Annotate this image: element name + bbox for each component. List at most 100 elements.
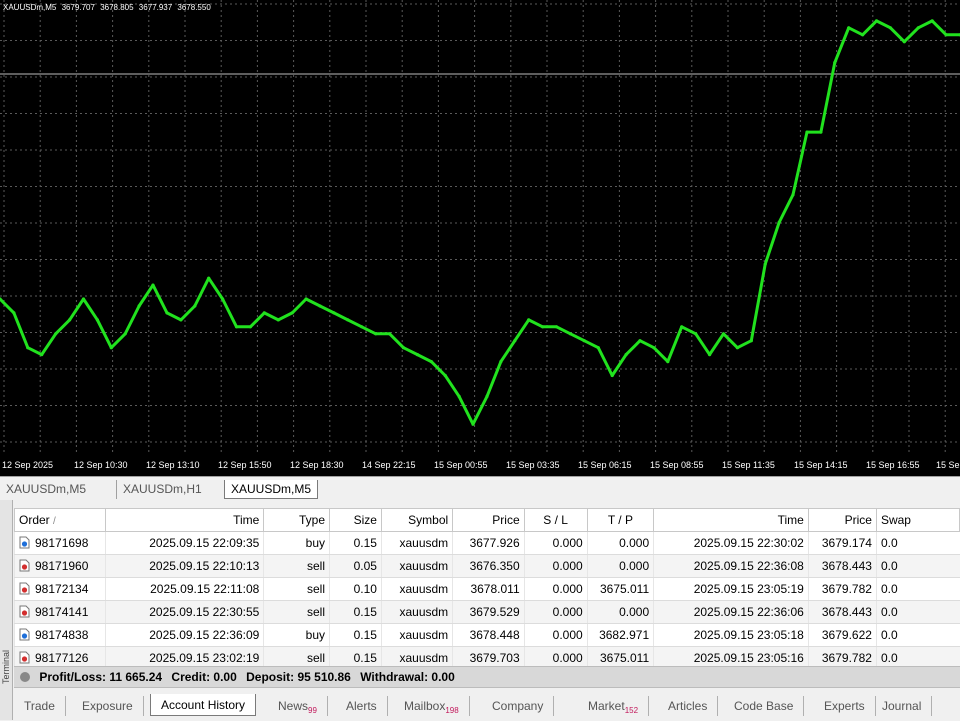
cell-size: 0.10 [329, 577, 382, 601]
price-point [819, 130, 823, 134]
col-order[interactable]: Order / [13, 508, 107, 532]
price-point [902, 40, 906, 44]
sell-order-icon [19, 605, 30, 618]
col-type[interactable]: Type [263, 508, 331, 532]
credit: Credit: 0.00 [171, 670, 237, 684]
col-close-time[interactable]: Time [653, 508, 809, 532]
col-swap[interactable]: Swap [875, 508, 960, 532]
sell-order-icon [19, 559, 30, 572]
tab-journal[interactable]: Journal [872, 696, 933, 716]
size-value: 0.05 [353, 559, 377, 573]
col-size[interactable]: Size [329, 508, 382, 532]
cell-open-time: 2025.09.15 22:36:09 [105, 623, 264, 647]
price-point [151, 283, 155, 287]
close-time-value: 2025.09.15 23:05:18 [693, 628, 804, 642]
cell-swap: 0.0 [875, 623, 960, 647]
tab-code-base[interactable]: Code Base [724, 696, 805, 716]
price-point [374, 332, 378, 336]
cell-tp: 0.000 [586, 554, 654, 578]
price-value: 3678.011 [470, 582, 520, 596]
col-time[interactable]: Time [105, 508, 265, 532]
tab-account-history[interactable]: Account History [150, 694, 257, 716]
tab-news[interactable]: News99 [268, 696, 328, 716]
open-time-value: 2025.09.15 22:10:13 [149, 559, 260, 573]
tab-company[interactable]: Company [482, 696, 555, 716]
tab-label: Experts [824, 699, 865, 713]
order-value: 98174838 [35, 628, 89, 642]
size-value: 0.15 [353, 628, 377, 642]
chart-tab-2[interactable]: XAUUSDm,H1 [116, 480, 208, 499]
chart-tab-3[interactable]: XAUUSDm,M5 [224, 480, 319, 499]
size-value: 0.10 [353, 582, 377, 596]
cell-close-time: 2025.09.15 22:30:02 [653, 531, 809, 555]
price-chart[interactable]: 12 Sep 2025 12 Sep 10:30 12 Sep 13:10 12 Se… [0, 0, 960, 476]
symbol-value: xauusdm [399, 605, 449, 619]
cell-close-time: 2025.09.15 23:05:19 [653, 577, 809, 601]
symbol-value: xauusdm [399, 559, 449, 573]
tab-mailbox[interactable]: Mailbox198 [394, 696, 470, 716]
x-tick-label: 15 Sep 14:15 [794, 460, 848, 470]
tab-market[interactable]: Market152 [578, 696, 650, 716]
col-sl[interactable]: S / L [523, 508, 588, 532]
type-value: sell [307, 605, 326, 619]
tab-exposure[interactable]: Exposure [72, 696, 144, 716]
type-value: buy [305, 536, 326, 550]
x-tick-label: 15 Sep 03:35 [506, 460, 560, 470]
cell-symbol: xauusdm [380, 600, 453, 624]
table-row[interactable]: 98174141 2025.09.15 22:30:55 sell 0.15 xauus… [13, 600, 960, 624]
tab-label: Code Base [734, 699, 794, 713]
table-row[interactable]: 98171960 2025.09.15 22:10:13 sell 0.05 xauus… [13, 554, 960, 578]
swap-value: 0.0 [880, 582, 898, 596]
cell-sl: 0.000 [523, 577, 588, 601]
price-point [471, 422, 475, 426]
col-tp[interactable]: T / P [586, 508, 655, 532]
tp-value: 3675.011 [599, 582, 650, 596]
tab-articles[interactable]: Articles [658, 696, 719, 716]
cell-symbol: xauusdm [380, 577, 453, 601]
sl-value: 0.000 [552, 605, 583, 619]
col-close-price[interactable]: Price [807, 508, 877, 532]
tab-label: Trade [24, 699, 55, 713]
price-point [513, 339, 517, 343]
cell-swap: 0.0 [875, 554, 960, 578]
size-value: 0.15 [353, 536, 377, 550]
table-row[interactable]: 98171698 2025.09.15 22:09:35 buy 0.15 xauusd… [13, 531, 960, 555]
table-row[interactable]: 98174838 2025.09.15 22:36:09 buy 0.15 xauusd… [13, 623, 960, 647]
tab-alerts[interactable]: Alerts [336, 696, 388, 716]
price-value: 3679.703 [469, 651, 520, 665]
close-time-value: 2025.09.15 23:05:16 [693, 651, 804, 665]
history-table: Order / Time Type Size Symbol Price S / … [13, 508, 960, 670]
sell-order-icon [19, 582, 30, 595]
tab-label: Journal [882, 699, 922, 713]
chart-canvas[interactable]: 12 Sep 2025 12 Sep 10:30 12 Sep 13:10 12 Se… [0, 0, 960, 476]
price-point [346, 318, 350, 322]
size-value: 0.15 [353, 605, 377, 619]
type-value: sell [307, 651, 326, 665]
price-point [318, 304, 322, 308]
cell-size: 0.15 [329, 600, 382, 624]
terminal-sidebar[interactable]: Terminal [0, 500, 13, 720]
swap-value: 0.0 [880, 651, 898, 665]
tab-label: Alerts [346, 699, 377, 713]
close-price-value: 3679.782 [821, 651, 872, 665]
order-value: 98171960 [35, 559, 89, 573]
col-symbol[interactable]: Symbol [380, 508, 454, 532]
table-row[interactable]: 98172134 2025.09.15 22:11:08 sell 0.10 xauus… [13, 577, 960, 601]
price-point [610, 373, 614, 378]
cell-close-time: 2025.09.15 22:36:06 [653, 600, 809, 624]
price-point [401, 346, 406, 350]
col-price[interactable]: Price [452, 508, 525, 532]
chart-tab-1[interactable]: XAUUSDm,M5 [0, 480, 92, 499]
tab-experts[interactable]: Experts [814, 696, 876, 716]
chart-open: 3679.707 [61, 3, 95, 12]
cell-order: 98174838 [13, 623, 106, 647]
deposit: Deposit: 95 510.86 [246, 670, 351, 684]
swap-value: 0.0 [880, 559, 898, 573]
tab-trade[interactable]: Trade [14, 696, 66, 716]
price-point [666, 360, 670, 364]
cell-close-time: 2025.09.15 23:05:18 [653, 623, 809, 647]
chart-high: 3678.805 [100, 3, 134, 12]
cell-close-time: 2025.09.15 22:36:08 [653, 554, 809, 578]
swap-value: 0.0 [880, 536, 898, 550]
cell-tp: 3682.971 [586, 623, 654, 647]
